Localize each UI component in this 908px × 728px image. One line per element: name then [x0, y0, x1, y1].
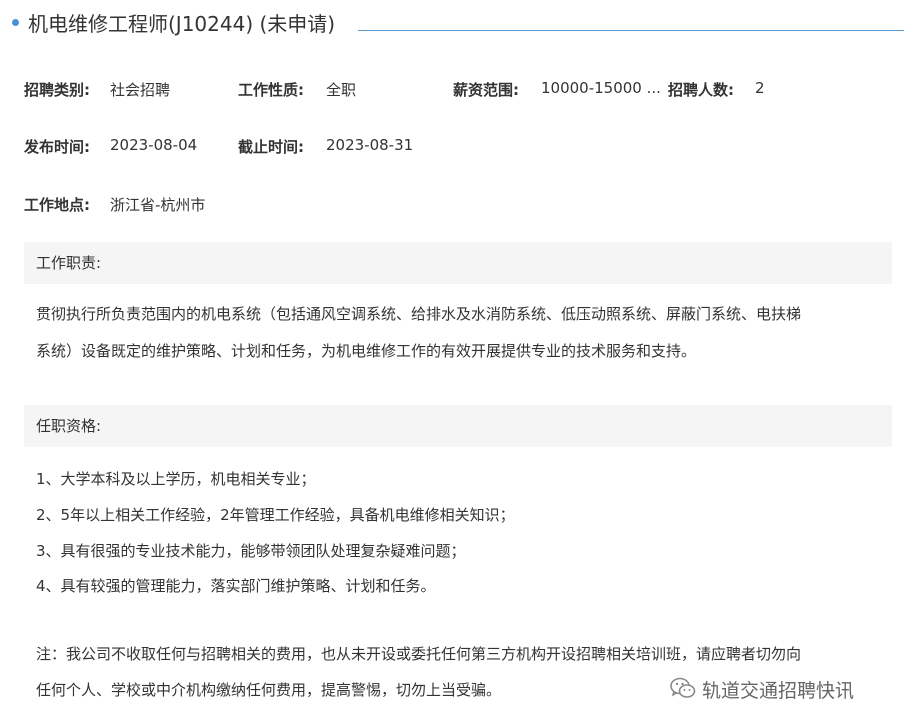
meta-headcount-label: 招聘人数: [668, 81, 734, 99]
duties-heading: 工作职责: [24, 242, 892, 284]
meta-category-value: 社会招聘 [110, 81, 171, 99]
meta-publish: 发布时间: 2023-08-04 [24, 136, 197, 157]
watermark-text: 轨道交通招聘快讯 [702, 680, 855, 702]
meta-publish-value: 2023-08-04 [110, 136, 198, 154]
meta-row-2: 发布时间: 2023-08-04 截止时间: 2023-08-31 [24, 136, 884, 158]
meta-location-label: 工作地点: [24, 196, 90, 214]
meta-location-value: 浙江省-杭州市 [110, 196, 206, 214]
qualification-item: 1、大学本科及以上学历，机电相关专业； [36, 470, 316, 488]
job-title: 机电维修工程师(J10244) (未申请) [28, 12, 336, 36]
meta-category-label: 招聘类别: [24, 81, 90, 99]
qualification-item: 2、5年以上相关工作经验，2年管理工作经验，具备机电维修相关知识； [36, 506, 515, 524]
meta-location: 工作地点: 浙江省-杭州市 [24, 194, 205, 215]
meta-headcount-value: 2 [755, 79, 765, 97]
meta-deadline: 截止时间: 2023-08-31 [238, 136, 413, 157]
meta-row-3: 工作地点: 浙江省-杭州市 [24, 194, 884, 216]
meta-salary-value: 10000-15000 ... [541, 79, 661, 97]
duties-line-1: 贯彻执行所负责范围内的机电系统（包括通风空调系统、给排水及水消防系统、低压动照系… [36, 305, 802, 323]
notice-line-2: 任何个人、学校或中介机构缴纳任何费用，提高警惕，切勿上当受骗。 [36, 681, 502, 699]
duties-line-2: 系统）设备既定的维护策略、计划和任务，为机电维修工作的有效开展提供专业的技术服务… [36, 342, 697, 360]
meta-nature-value: 全职 [326, 81, 357, 99]
meta-salary: 薪资范围: 10000-15000 ... [453, 79, 661, 100]
notice-line-1: 注：我公司不收取任何与招聘相关的费用，也从未开设或委托任何第三方机构开设招聘相关… [36, 645, 802, 663]
meta-nature: 工作性质: 全职 [238, 79, 356, 100]
meta-row-1: 招聘类别: 社会招聘 工作性质: 全职 薪资范围: 10000-15000 ..… [24, 79, 884, 101]
qualification-item: 4、具有较强的管理能力，落实部门维护策略、计划和任务。 [36, 577, 436, 595]
meta-salary-label: 薪资范围: [453, 81, 519, 99]
meta-category: 招聘类别: 社会招聘 [24, 79, 170, 100]
bullet-dot-icon [12, 19, 19, 26]
meta-publish-label: 发布时间: [24, 138, 90, 156]
meta-headcount: 招聘人数: 2 [668, 79, 765, 100]
meta-deadline-value: 2023-08-31 [326, 136, 414, 154]
qualifications-heading: 任职资格: [24, 405, 892, 447]
title-divider [358, 30, 904, 31]
qualification-item: 3、具有很强的专业技术能力，能够带领团队处理复杂疑难问题； [36, 542, 466, 560]
meta-deadline-label: 截止时间: [238, 138, 304, 156]
wechat-icon [670, 676, 696, 700]
job-title-bar: 机电维修工程师(J10244) (未申请) [0, 0, 908, 46]
meta-nature-label: 工作性质: [238, 81, 304, 99]
